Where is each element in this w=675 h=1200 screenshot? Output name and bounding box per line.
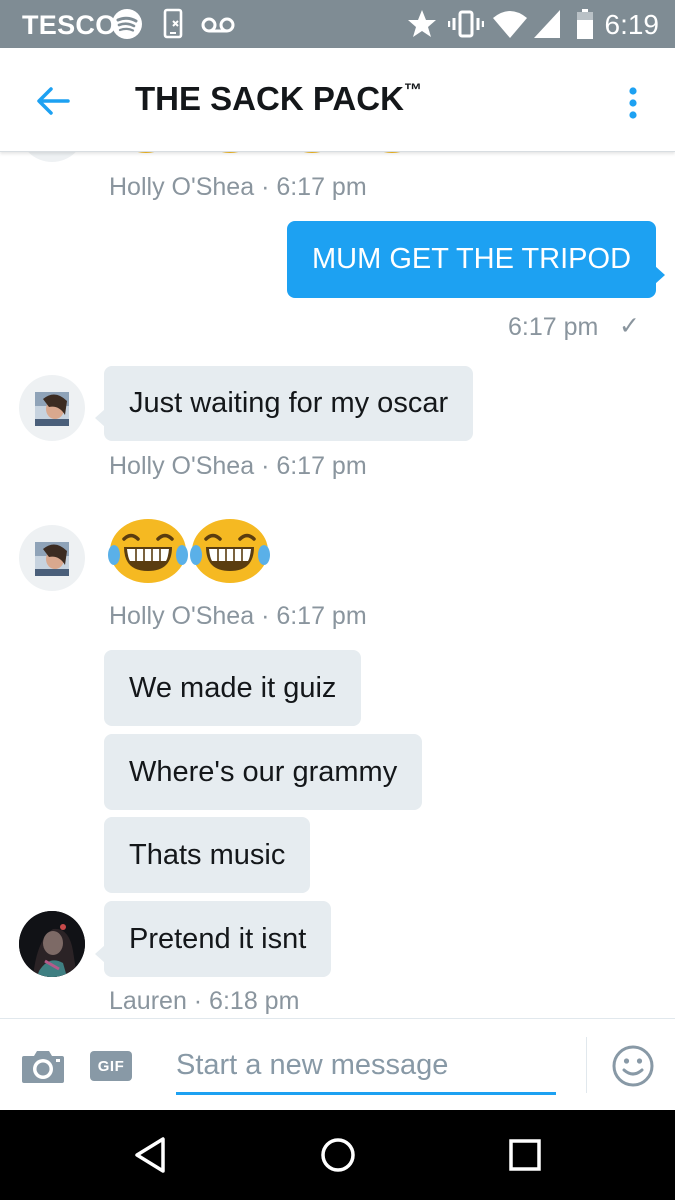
- conversation-title-text: THE SACK PACK: [135, 80, 404, 117]
- back-arrow-icon: [37, 87, 70, 115]
- carrier-label: TESCO: [22, 10, 117, 40]
- vibrate-icon: [448, 10, 484, 38]
- nav-home-icon[interactable]: [318, 1135, 358, 1175]
- avatar-photo: [19, 911, 85, 977]
- phone-icon: [163, 8, 183, 39]
- message-text: Pretend it isnt: [129, 922, 307, 955]
- avatar[interactable]: [19, 152, 85, 162]
- message-input[interactable]: [176, 1039, 556, 1095]
- received-message-bubble[interactable]: Pretend it isnt: [94, 901, 332, 977]
- message-text: Where's our grammy: [129, 755, 398, 788]
- emoji-laughing-partial: [138, 152, 400, 153]
- signal-icon: [534, 10, 560, 38]
- emoji-laughing-2: [190, 519, 270, 583]
- avatar-photo: [35, 542, 69, 576]
- message-text: Thats music: [129, 838, 286, 871]
- wifi-icon: [493, 11, 527, 38]
- camera-icon: [22, 1051, 64, 1083]
- avatar[interactable]: [19, 911, 85, 977]
- camera-button[interactable]: [20, 1047, 66, 1085]
- read-check-icon: ✓: [619, 312, 640, 340]
- message-meta: Holly O'Shea · 6:17 pm: [109, 173, 367, 201]
- sent-message-time: 6:17 pm: [508, 313, 599, 341]
- received-message-bubble[interactable]: Thats music: [104, 817, 311, 893]
- star-icon: [408, 10, 436, 37]
- message-text: MUM GET THE TRIPOD: [312, 243, 632, 275]
- more-vertical-icon: [629, 87, 637, 119]
- trademark-mark: ™: [403, 80, 422, 100]
- system-nav-bar: [0, 1110, 675, 1200]
- message-composer: GIF: [0, 1018, 675, 1110]
- message-meta: Holly O'Shea · 6:17 pm: [109, 602, 367, 630]
- gif-icon: GIF: [97, 1057, 125, 1075]
- message-list[interactable]: Holly O'Shea · 6:17 pm MUM GET THE TRIPO…: [0, 152, 675, 1018]
- conversation-header: THE SACK PACK™: [0, 48, 675, 152]
- message-meta: Holly O'Shea · 6:17 pm: [109, 452, 367, 480]
- status-bar: TESCO 6:19: [0, 0, 675, 48]
- message-meta: Lauren · 6:18 pm: [109, 987, 300, 1015]
- received-message-bubble[interactable]: We made it guiz: [104, 650, 362, 726]
- received-message-bubble[interactable]: Just waiting for my oscar: [94, 366, 474, 441]
- more-options-button[interactable]: [620, 80, 646, 126]
- back-button[interactable]: [30, 78, 76, 124]
- battery-icon: [577, 9, 593, 39]
- avatar[interactable]: [19, 525, 85, 591]
- emoji-smiley-icon: [612, 1045, 654, 1087]
- emoji-button[interactable]: [611, 1044, 655, 1088]
- nav-back-icon[interactable]: [131, 1135, 171, 1175]
- nav-recents-icon[interactable]: [505, 1135, 545, 1175]
- conversation-title: THE SACK PACK™: [135, 80, 422, 118]
- message-text: Just waiting for my oscar: [129, 387, 449, 419]
- received-message-bubble[interactable]: Where's our grammy: [104, 734, 423, 810]
- sent-message-bubble[interactable]: MUM GET THE TRIPOD: [287, 221, 666, 298]
- spotify-icon: [112, 9, 142, 39]
- composer-divider: [586, 1037, 587, 1093]
- message-text: We made it guiz: [129, 671, 337, 704]
- avatar[interactable]: [19, 375, 85, 441]
- avatar-photo: [35, 392, 69, 426]
- gif-button[interactable]: GIF: [90, 1051, 132, 1081]
- status-time: 6:19: [604, 9, 660, 40]
- emoji-laughing-1: [108, 519, 188, 583]
- voicemail-icon: [201, 17, 235, 33]
